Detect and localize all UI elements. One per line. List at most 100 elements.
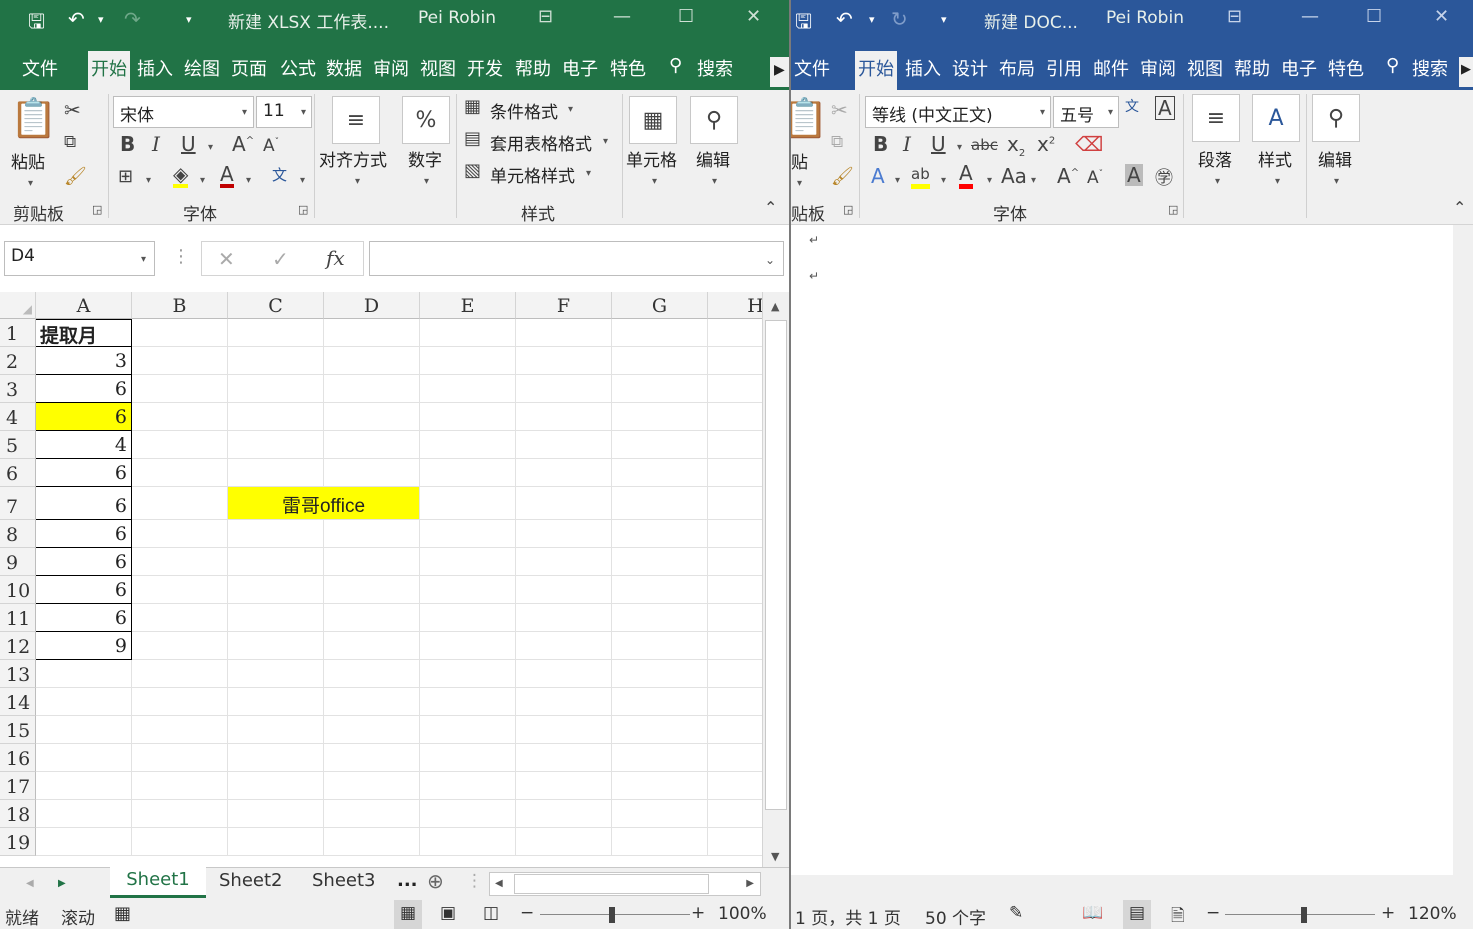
underline-icon[interactable]: U <box>181 132 196 156</box>
paste-button[interactable]: 贴 <box>791 148 808 173</box>
text-effects-dropdown-icon[interactable]: ▾ <box>895 175 900 186</box>
table-format-icon[interactable]: ▤ <box>464 128 481 149</box>
row-header-9[interactable]: 9 <box>0 548 36 576</box>
collapse-ribbon-icon[interactable]: ⌃ <box>1453 198 1466 217</box>
cell-b4[interactable] <box>132 403 228 431</box>
drag-handle-icon[interactable]: ⋮ <box>172 246 190 267</box>
cell-h11[interactable] <box>708 604 762 632</box>
cell-e9[interactable] <box>420 548 516 576</box>
cell-a11[interactable]: 6 <box>36 604 132 632</box>
cell-f7[interactable] <box>516 487 612 520</box>
web-layout-icon[interactable]: 🗎 <box>1171 903 1185 929</box>
column-header-a[interactable]: A <box>36 292 132 319</box>
cell-e14[interactable] <box>420 688 516 716</box>
ribbon-display-icon[interactable]: ⊟ <box>1227 6 1242 27</box>
cell-c1[interactable] <box>228 319 324 347</box>
cell-e4[interactable] <box>420 403 516 431</box>
chevron-down-icon[interactable]: ▾ <box>242 107 247 118</box>
tab-developer[interactable]: 开发 <box>464 51 506 90</box>
macro-record-icon[interactable]: ▦ <box>114 903 131 924</box>
tab-special[interactable]: 特色 <box>607 51 649 90</box>
cell-g15[interactable] <box>612 716 708 744</box>
cells-button[interactable]: 单元格 <box>626 146 677 171</box>
cell-e8[interactable] <box>420 520 516 548</box>
tab-view[interactable]: 视图 <box>1184 51 1226 90</box>
cell-g10[interactable] <box>612 576 708 604</box>
font-color-icon[interactable]: A <box>959 162 973 189</box>
change-case-dropdown-icon[interactable]: ▾ <box>1031 175 1036 186</box>
cell-f13[interactable] <box>516 660 612 688</box>
grow-font-icon[interactable]: A^ <box>1057 164 1079 188</box>
maximize-icon[interactable]: ☐ <box>678 6 694 27</box>
cell-b16[interactable] <box>132 744 228 772</box>
cell-d19[interactable] <box>324 828 420 856</box>
cell-c11[interactable] <box>228 604 324 632</box>
cell-d5[interactable] <box>324 431 420 459</box>
cell-g14[interactable] <box>612 688 708 716</box>
zoom-level[interactable]: 100% <box>718 904 767 924</box>
tab-help[interactable]: 帮助 <box>1231 51 1273 90</box>
underline-dropdown-icon[interactable]: ▾ <box>208 142 213 153</box>
document-page[interactable]: ↵ ↵ <box>791 225 1453 875</box>
grow-font-icon[interactable]: A^ <box>232 132 254 156</box>
cell-h18[interactable] <box>708 800 762 828</box>
cell-g8[interactable] <box>612 520 708 548</box>
cell-d13[interactable] <box>324 660 420 688</box>
cell-styles-button[interactable]: 单元格样式 <box>490 162 575 187</box>
cell-h10[interactable] <box>708 576 762 604</box>
chevron-down-icon[interactable]: ▾ <box>301 107 306 118</box>
save-icon[interactable]: 🖫 <box>795 7 812 41</box>
tab-review[interactable]: 审阅 <box>370 51 412 90</box>
cell-h3[interactable] <box>708 375 762 403</box>
cell-f10[interactable] <box>516 576 612 604</box>
cell-c7-merged[interactable]: 雷哥office <box>228 487 420 520</box>
clear-format-icon[interactable]: ⌫ <box>1075 132 1103 156</box>
column-header-c[interactable]: C <box>228 292 324 319</box>
cell-c5[interactable] <box>228 431 324 459</box>
zoom-out-icon[interactable]: − <box>520 903 534 923</box>
row-header-7[interactable]: 7 <box>0 487 36 520</box>
chevron-down-icon[interactable]: ▾ <box>141 254 146 265</box>
format-painter-icon[interactable]: 🖌 <box>831 166 854 187</box>
row-header-1[interactable]: 1 <box>0 319 36 347</box>
highlight-dropdown-icon[interactable]: ▾ <box>941 175 946 186</box>
format-painter-icon[interactable]: 🖌 <box>64 166 87 187</box>
prev-sheet-icon[interactable]: ◀ <box>26 878 34 889</box>
tab-formulas[interactable]: 公式 <box>277 51 319 90</box>
chevron-down-icon[interactable]: ▾ <box>712 176 717 187</box>
cell-b14[interactable] <box>132 688 228 716</box>
cell-e7[interactable] <box>420 487 516 520</box>
paste-icon[interactable]: 📋 <box>791 96 828 141</box>
paragraph-button[interactable]: 段落 <box>1198 146 1232 171</box>
alignment-button[interactable]: 对齐方式 <box>319 146 387 171</box>
cell-b7[interactable] <box>132 487 228 520</box>
column-header-e[interactable]: E <box>420 292 516 319</box>
format-as-table-button[interactable]: 套用表格格式 <box>490 130 592 155</box>
editing-button[interactable]: 编辑 <box>1318 146 1352 171</box>
clipboard-launcher-icon[interactable]: ◲ <box>843 203 853 216</box>
chevron-down-icon[interactable]: ▾ <box>1040 107 1045 118</box>
editing-button[interactable]: 编辑 <box>696 146 730 171</box>
cell-e3[interactable] <box>420 375 516 403</box>
zoom-in-icon[interactable]: + <box>1381 903 1395 923</box>
close-icon[interactable]: ✕ <box>1434 6 1449 27</box>
tab-layout[interactable]: 布局 <box>996 51 1038 90</box>
cell-h6[interactable] <box>708 459 762 487</box>
cell-style-icon[interactable]: ▧ <box>464 160 481 181</box>
undo-dropdown-icon[interactable]: ▾ <box>869 13 875 26</box>
copy-icon[interactable]: ⧉ <box>64 132 76 152</box>
cell-e5[interactable] <box>420 431 516 459</box>
excel-user-name[interactable]: Pei Robin <box>418 8 496 28</box>
cell-f11[interactable] <box>516 604 612 632</box>
sheet-tab-sheet1[interactable]: Sheet1 <box>110 867 206 898</box>
cell-c10[interactable] <box>228 576 324 604</box>
normal-view-icon[interactable]: ▦ <box>394 900 422 929</box>
zoom-slider[interactable] <box>1225 914 1375 915</box>
cell-f15[interactable] <box>516 716 612 744</box>
chevron-down-icon[interactable]: ▾ <box>603 136 608 147</box>
font-name-combo[interactable]: 宋体 ▾ <box>113 96 254 128</box>
borders-dropdown-icon[interactable]: ▾ <box>146 175 151 186</box>
row-header-2[interactable]: 2 <box>0 347 36 375</box>
cut-icon[interactable]: ✂ <box>64 98 81 122</box>
word-user-name[interactable]: Pei Robin <box>1106 8 1184 28</box>
